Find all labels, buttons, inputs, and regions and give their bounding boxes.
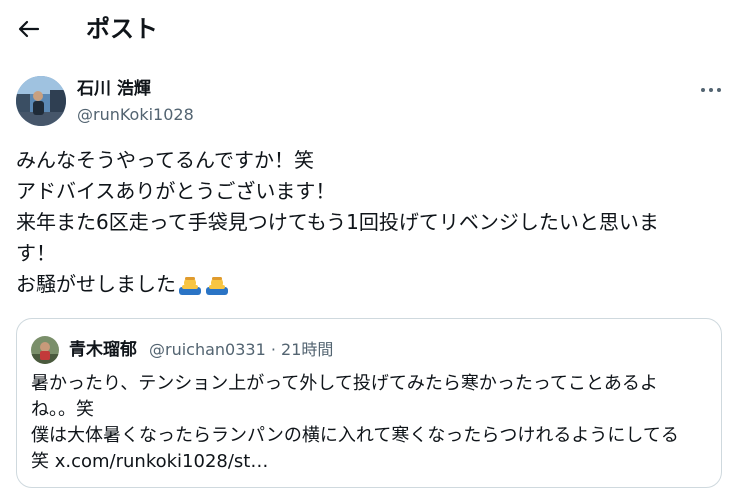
tweet-line: みんなそうやってるんですか！笑 [16,148,314,172]
top-bar: ポスト [0,0,747,60]
user-handle[interactable]: @runKoki1028 [77,104,194,126]
quote-text: 暑かったり、テンション上がって外して投げてみたら寒かったってことあるよ ね。。笑… [31,371,713,475]
quote-line: 暑かったり、テンション上がって外して投げてみたら寒かったってことあるよ [31,373,658,394]
tweet-line: 来年また6区走って手袋見つけてもう1回投げてリベンジしたいと思いま [16,210,659,234]
separator-dot: · [270,340,276,359]
tweet-line-with-emoji: お騒がせしました [16,269,716,300]
bowing-person-emoji [179,277,201,295]
quote-line: 笑 x.com/runkoki1028/st… [31,451,269,472]
avatar-photo [16,76,66,126]
dot-icon [701,88,705,92]
bowing-person-emoji [206,277,228,295]
quote-meta: @ruichan0331 · 21時間 [149,339,333,361]
quote-avatar-photo [31,336,59,364]
quote-line: 僕は大体暑くなったらランパンの横に入れて寒くなったらつけれるようにしてる [31,425,679,446]
quoted-tweet[interactable]: 青木瑠郁 @ruichan0331 · 21時間 暑かったり、テンション上がって… [16,318,722,488]
quote-timestamp[interactable]: 21時間 [281,340,333,359]
quote-avatar[interactable] [31,336,59,364]
dot-icon [709,88,713,92]
arrow-left-icon [18,20,40,38]
back-button[interactable] [14,14,44,44]
quote-handle[interactable]: @ruichan0331 [149,340,266,359]
more-options-button[interactable] [699,80,725,100]
tweet-text: みんなそうやってるんですか！笑 アドバイスありがとうございます！ 来年また6区走… [16,145,716,300]
quote-display-name[interactable]: 青木瑠郁 [69,339,137,361]
quote-line: ね。。笑 [31,399,94,420]
dot-icon [717,88,721,92]
avatar[interactable] [16,76,66,126]
display-name[interactable]: 石川 浩輝 [77,78,151,100]
page-title: ポスト [86,15,158,43]
tweet-line-text: お騒がせしました [16,272,176,296]
tweet-line: す！ [16,241,56,265]
tweet-line: アドバイスありがとうございます！ [16,179,336,203]
